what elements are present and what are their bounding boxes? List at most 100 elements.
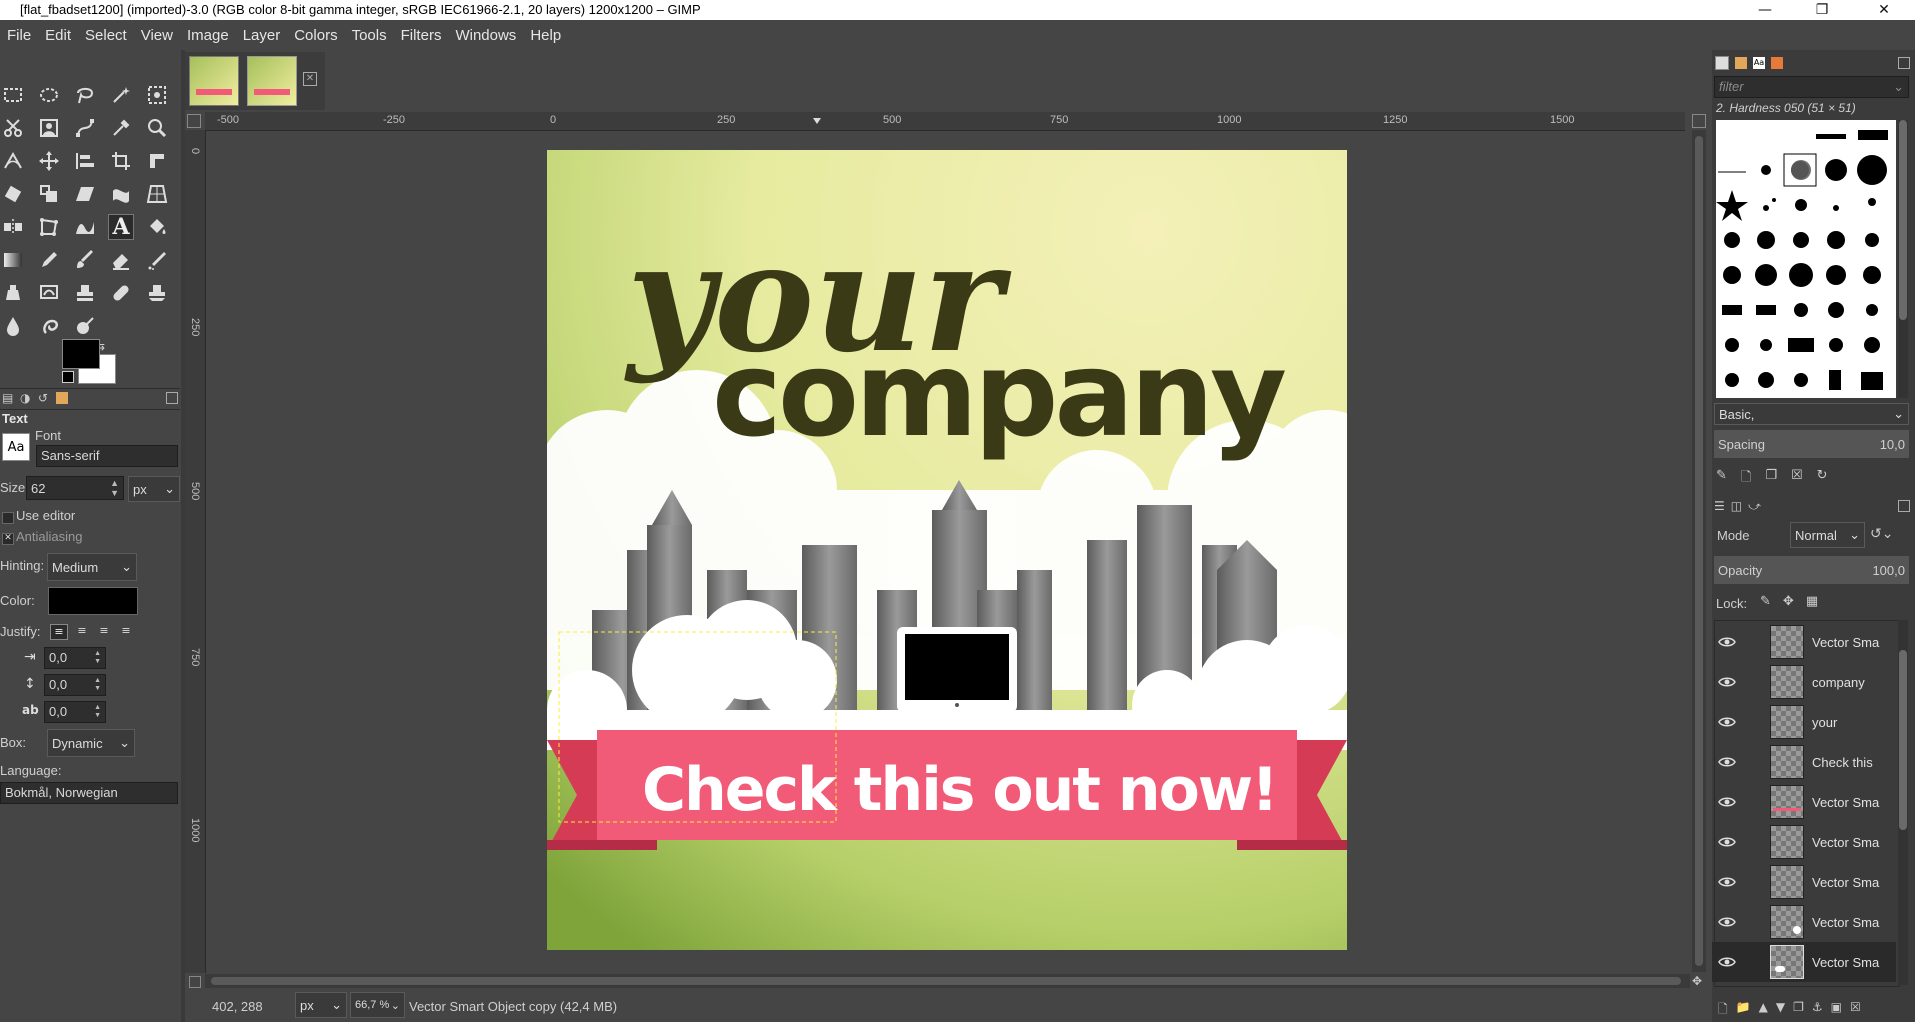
ellipse-select-icon[interactable] bbox=[36, 82, 62, 108]
fuzzy-select-icon[interactable] bbox=[108, 82, 134, 108]
justify-center-icon[interactable]: ≡ bbox=[96, 624, 112, 638]
hinting-select[interactable]: Medium ⌄ bbox=[47, 553, 137, 581]
language-input[interactable]: Bokmål, Norwegian bbox=[0, 782, 178, 804]
new-layer-icon[interactable]: 🗋 bbox=[1718, 1000, 1728, 1018]
lower-layer-icon[interactable]: ▼ bbox=[1776, 1000, 1785, 1018]
spin-arrows-icon[interactable]: ▲ ▼ bbox=[94, 677, 101, 693]
anchor-layer-icon[interactable]: ⚓ bbox=[1812, 1000, 1823, 1018]
horizontal-scroll-thumb[interactable] bbox=[211, 977, 1681, 985]
color-picker-icon[interactable] bbox=[108, 115, 134, 141]
lock-pixels-icon[interactable]: ✎ bbox=[1760, 594, 1771, 609]
duplicate-layer-icon[interactable]: ❐ bbox=[1793, 1000, 1804, 1018]
paintbrush-icon[interactable] bbox=[72, 247, 98, 273]
spin-arrows-icon[interactable]: ▲ ▼ bbox=[110, 478, 119, 498]
justify-right-icon[interactable]: ≡ bbox=[74, 624, 90, 638]
vertical-scrollbar[interactable] bbox=[1692, 130, 1706, 972]
visibility-eye-icon[interactable] bbox=[1712, 916, 1742, 928]
zoom-select[interactable]: 66,7 % ⌄ bbox=[350, 992, 405, 1018]
delete-layer-icon[interactable]: ☒ bbox=[1850, 1000, 1861, 1018]
delete-brush-icon[interactable]: ☒ bbox=[1791, 468, 1803, 486]
foreground-select-icon[interactable] bbox=[36, 115, 62, 141]
measure-icon[interactable] bbox=[0, 148, 26, 174]
mypaint-brush-icon[interactable] bbox=[36, 280, 62, 306]
spin-arrows-icon[interactable]: ▲ ▼ bbox=[94, 650, 101, 666]
font-input[interactable]: Sans-serif bbox=[36, 445, 178, 467]
smudge-icon[interactable] bbox=[36, 313, 62, 339]
brushes-tab-icon[interactable] bbox=[1715, 56, 1729, 70]
ruler-horizontal[interactable]: -500 -250 0 250 500 750 1000 1250 1500 bbox=[205, 112, 1685, 131]
visibility-eye-icon[interactable] bbox=[1712, 796, 1742, 808]
navigate-icon[interactable]: ✥ bbox=[1692, 974, 1706, 988]
cage-transform-icon[interactable] bbox=[36, 214, 62, 240]
new-brush-icon[interactable]: 🗋 bbox=[1741, 468, 1751, 486]
unified-transform-icon[interactable] bbox=[144, 148, 170, 174]
images-tab-icon[interactable] bbox=[56, 392, 68, 404]
menu-tools[interactable]: Tools bbox=[345, 27, 394, 44]
rect-select-icon[interactable] bbox=[0, 82, 26, 108]
channels-tab-icon[interactable]: ◫ bbox=[1731, 499, 1742, 513]
warp-icon[interactable] bbox=[108, 181, 134, 207]
device-status-tab-icon[interactable]: ◑ bbox=[20, 391, 30, 405]
dodge-burn-icon[interactable] bbox=[72, 313, 98, 339]
brushes-grid[interactable] bbox=[1716, 120, 1896, 398]
zoom-image-icon[interactable] bbox=[1692, 114, 1706, 128]
document-history-tab-icon[interactable] bbox=[1771, 57, 1783, 69]
duplicate-brush-icon[interactable]: ❐ bbox=[1765, 468, 1777, 486]
edit-brush-icon[interactable]: ✎ bbox=[1716, 468, 1727, 486]
airbrush-icon[interactable] bbox=[144, 247, 170, 273]
image-tab-thumbnail-active[interactable] bbox=[247, 56, 297, 106]
patterns-tab-icon[interactable] bbox=[1735, 57, 1747, 69]
flip-icon[interactable] bbox=[0, 214, 26, 240]
quick-mask-icon[interactable] bbox=[189, 976, 201, 988]
brushes-scrollbar[interactable] bbox=[1898, 120, 1908, 398]
justify-left-icon[interactable]: ≡ bbox=[50, 624, 68, 640]
letter-spacing-input[interactable]: 0,0 ▲ ▼ bbox=[44, 701, 106, 723]
ink-icon[interactable] bbox=[0, 280, 26, 306]
configure-tab-icon[interactable] bbox=[1898, 57, 1910, 69]
configure-tab-icon[interactable] bbox=[1898, 500, 1910, 512]
brush-filter-input[interactable]: filter ⌄ bbox=[1714, 76, 1909, 98]
align-icon[interactable] bbox=[72, 148, 98, 174]
close-tab-icon[interactable]: ✕ bbox=[303, 72, 317, 86]
layer-row[interactable]: Vector Sma bbox=[1712, 902, 1912, 942]
heal-icon[interactable] bbox=[108, 280, 134, 306]
layer-row[interactable]: your bbox=[1712, 702, 1912, 742]
lock-position-icon[interactable]: ✥ bbox=[1783, 594, 1794, 609]
ruler-vertical[interactable]: 0 250 500 750 1000 bbox=[185, 130, 206, 973]
pencil-icon[interactable] bbox=[36, 247, 62, 273]
image-tab-thumbnail[interactable] bbox=[189, 56, 239, 106]
menu-select[interactable]: Select bbox=[78, 27, 134, 44]
zoom-icon[interactable] bbox=[144, 115, 170, 141]
minimize-button[interactable]: — bbox=[1743, 0, 1787, 20]
foreground-color[interactable] bbox=[62, 339, 100, 369]
layer-row[interactable]: Vector Sma bbox=[1712, 862, 1912, 902]
layer-row[interactable]: Vector Sma bbox=[1712, 622, 1912, 662]
menu-help[interactable]: Help bbox=[523, 27, 568, 44]
line-spacing-input[interactable]: 0,0 ▲ ▼ bbox=[44, 674, 106, 696]
layer-mask-icon[interactable]: ▣ bbox=[1831, 1000, 1842, 1018]
bucket-fill-icon[interactable] bbox=[144, 214, 170, 240]
default-colors-icon[interactable] bbox=[62, 371, 74, 383]
menu-windows[interactable]: Windows bbox=[448, 27, 523, 44]
layer-row[interactable]: Vector Sma bbox=[1712, 822, 1912, 862]
perspective-icon[interactable] bbox=[144, 181, 170, 207]
text-tool-icon[interactable]: A bbox=[108, 214, 134, 240]
antialiasing-checkbox[interactable]: ✕ bbox=[2, 533, 14, 545]
visibility-eye-icon[interactable] bbox=[1712, 956, 1742, 968]
gradient-icon[interactable] bbox=[0, 247, 26, 273]
visibility-eye-icon[interactable] bbox=[1712, 716, 1742, 728]
box-select[interactable]: Dynamic ⌄ bbox=[47, 729, 135, 757]
undo-history-tab-icon[interactable]: ↺ bbox=[38, 391, 48, 405]
text-color-button[interactable] bbox=[48, 587, 138, 615]
layers-tab-icon[interactable]: ☰ bbox=[1714, 499, 1725, 513]
perspective-clone-icon[interactable] bbox=[144, 280, 170, 306]
select-by-color-icon[interactable] bbox=[144, 82, 170, 108]
brushes-scroll-thumb[interactable] bbox=[1899, 120, 1907, 320]
layer-row[interactable]: Vector Sma bbox=[1712, 782, 1912, 822]
opacity-slider[interactable]: Opacity 100,0 bbox=[1714, 556, 1909, 584]
unit-select[interactable]: px ⌄ bbox=[295, 992, 347, 1018]
new-layer-group-icon[interactable]: 📁 bbox=[1736, 1000, 1751, 1018]
menu-arrow-icon[interactable] bbox=[187, 114, 201, 128]
layer-mode-select[interactable]: Normal ⌄ bbox=[1790, 522, 1865, 548]
vertical-scroll-thumb[interactable] bbox=[1695, 136, 1703, 966]
